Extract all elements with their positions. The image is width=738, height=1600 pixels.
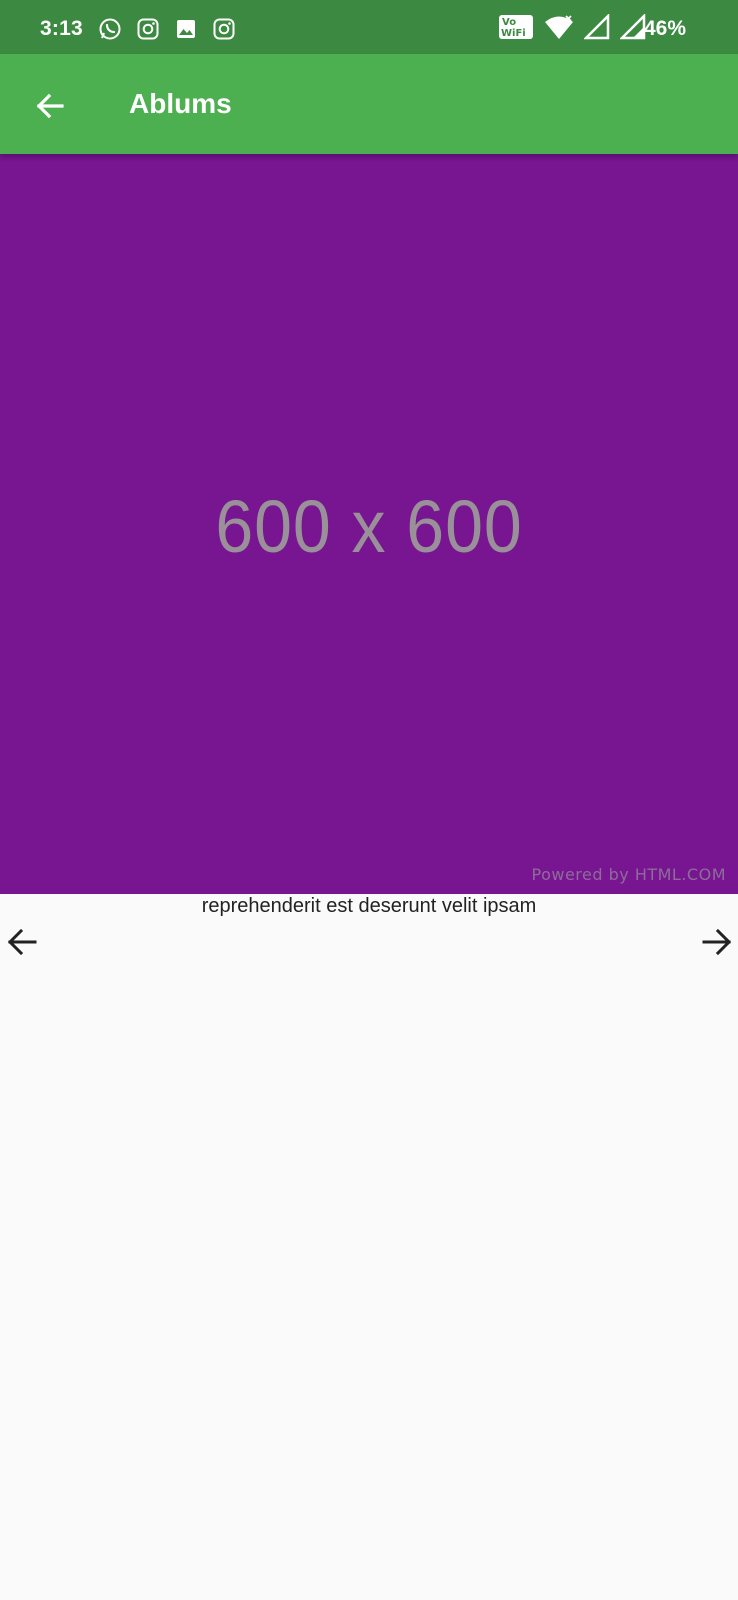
wifi-icon: [545, 15, 573, 39]
next-button[interactable]: [697, 922, 737, 962]
battery-percentage: 46%: [644, 17, 687, 40]
page-title: Ablums: [129, 88, 232, 119]
photo-watermark: Powered by HTML.COM: [531, 865, 726, 884]
notification-icons: [98, 17, 236, 41]
photo-placeholder-text: 600 x 600: [215, 485, 523, 568]
gallery-icon: [177, 20, 195, 38]
arrow-left-icon: [36, 93, 64, 119]
system-icons: Vo WiFi: [498, 14, 646, 40]
album-photo: 600 x 600 Powered by HTML.COM: [0, 154, 738, 894]
vowifi-top-text: Vo: [502, 17, 516, 28]
back-button[interactable]: [30, 86, 70, 126]
instagram-icon: [213, 18, 235, 40]
signal-icon: [584, 14, 610, 40]
signal-icon: [620, 14, 646, 40]
previous-button[interactable]: [2, 922, 42, 962]
instagram-icon: [137, 18, 159, 40]
status-time: 3:13: [40, 17, 83, 40]
vowifi-icon: Vo WiFi: [499, 15, 533, 39]
vowifi-bottom-text: WiFi: [501, 28, 526, 39]
status-bar: 3:13 Vo WiFi 46%: [0, 0, 738, 54]
photo-caption: reprehenderit est deserunt velit ipsam: [201, 895, 537, 917]
whatsapp-icon: [99, 18, 121, 40]
arrow-left-icon: [7, 928, 37, 956]
app-bar: Ablums: [0, 54, 738, 154]
arrow-right-icon: [702, 928, 732, 956]
